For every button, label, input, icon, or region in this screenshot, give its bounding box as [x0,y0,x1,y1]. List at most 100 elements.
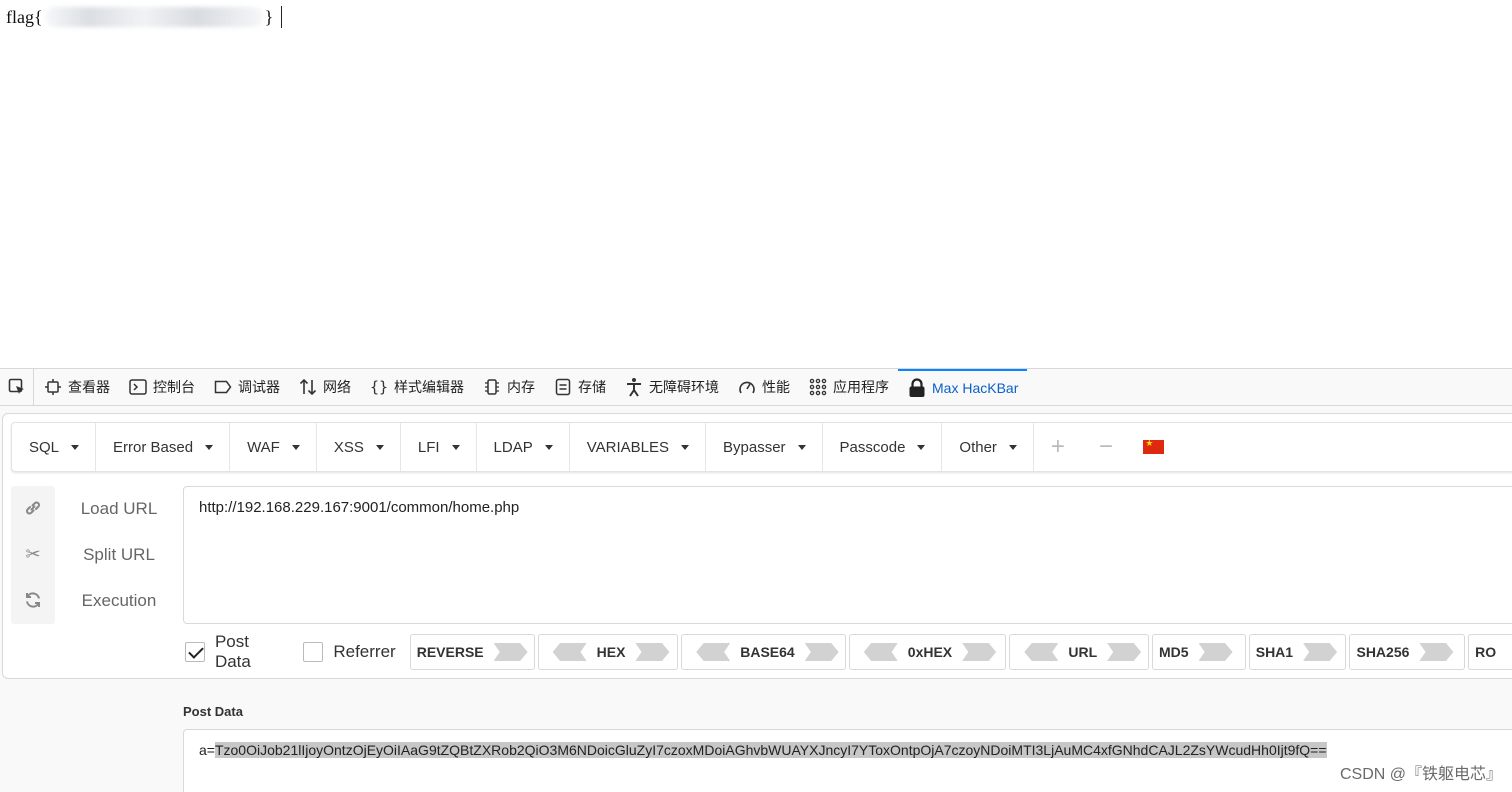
caret-down-icon [451,444,460,450]
chevron-right-icon [1419,643,1454,661]
tab-max-hackbar[interactable]: Max HacKBar [898,369,1028,405]
flag-output: flag{ } [6,6,283,28]
caret-down-icon [1008,444,1017,450]
refresh-icon[interactable] [11,580,55,620]
url-value: http://192.168.229.167:9001/common/home.… [199,499,520,516]
base64-button[interactable]: BASE64 [681,634,846,670]
referrer-checkbox[interactable] [303,642,324,662]
hackbar-panel: SQL Error Based WAF XSS LFI LDAP VARIABL… [2,413,1512,679]
caret-down-icon [797,444,806,450]
devtools-panel: 查看器 控制台 调试器 网络 {} 样式编辑器 内存 存储 无障碍环境 性能 应… [0,368,1512,792]
menu-variables[interactable]: VARIABLES [570,423,706,471]
sha1-button[interactable]: SHA1 [1248,634,1347,670]
menu-ldap[interactable]: LDAP [477,423,570,471]
chevron-right-icon [804,643,839,661]
post-data-textarea[interactable]: a=Tzo0OiJob21lIjoyOntzOjEyOiIAaG9tZQBtZX… [183,729,1512,792]
tab-storage[interactable]: 存储 [544,369,615,405]
scissors-icon[interactable]: ✂ [11,534,55,574]
tab-network[interactable]: 网络 [289,369,360,405]
0xhex-button[interactable]: 0xHEX [848,634,1007,670]
tab-label: 性能 [762,379,790,395]
link-icon[interactable] [11,488,55,528]
caret-down-icon [917,444,926,450]
language-button[interactable] [1130,423,1178,471]
chevron-right-icon [1198,643,1233,661]
flag-redacted-blur [44,7,263,27]
menu-label: XSS [333,438,364,456]
tab-console[interactable]: 控制台 [119,369,204,405]
tab-application[interactable]: 应用程序 [799,369,898,405]
encoder-label: 0xHEX [907,644,953,660]
tab-accessibility[interactable]: 无障碍环境 [615,369,728,405]
memory-icon [482,377,502,397]
tab-debugger[interactable]: 调试器 [204,369,289,405]
menu-waf[interactable]: WAF [230,423,317,471]
menu-other[interactable]: Other [942,423,1034,471]
execution-button[interactable]: Execution [63,591,175,611]
text-cursor [281,6,283,28]
menu-label: Error Based [113,438,194,456]
watermark: CSDN @『铁躯电芯』 [1339,766,1502,783]
menu-passcode[interactable]: Passcode [823,423,943,471]
split-url-button[interactable]: Split URL [63,545,175,565]
tab-performance[interactable]: 性能 [728,369,799,405]
rot13-button[interactable]: RO [1468,634,1512,670]
tab-label: 网络 [323,379,351,395]
encoder-label: SHA1 [1255,644,1294,660]
tab-label: 控制台 [153,379,195,395]
web-page: flag{ } [0,0,1512,368]
referrer-label[interactable]: Referrer [333,642,395,662]
element-picker-button[interactable] [0,369,34,405]
plus-icon[interactable]: + [1034,423,1082,471]
encoder-label: REVERSE [416,644,484,660]
hackbar-menubar: SQL Error Based WAF XSS LFI LDAP VARIABL… [11,422,1512,472]
minus-icon[interactable]: − [1082,423,1130,471]
options-row: Post Data Referrer REVERSE HEX BASE64 0x… [185,632,1512,672]
chevron-right-icon [635,643,670,661]
load-url-button[interactable]: Load URL [63,499,175,519]
debugger-icon [213,377,233,397]
caret-down-icon [205,444,214,450]
caret-down-icon [544,444,553,450]
post-data-label[interactable]: Post Data [215,632,289,672]
tab-memory[interactable]: 内存 [473,369,544,405]
encoder-label: HEX [596,644,626,660]
chevron-left-icon [863,643,898,661]
post-data-checkbox[interactable] [185,642,205,662]
tab-label: 存储 [578,379,606,395]
menu-lfi[interactable]: LFI [401,423,477,471]
caret-down-icon [375,444,384,450]
encoder-label: RO [1475,644,1497,660]
encoder-label: URL [1068,644,1098,660]
tab-inspector[interactable]: 查看器 [34,369,119,405]
encoder-label: BASE64 [740,644,795,660]
md5-button[interactable]: MD5 [1151,634,1246,670]
sha256-button[interactable]: SHA256 [1349,634,1466,670]
encoder-label: SHA256 [1356,644,1410,660]
reverse-button[interactable]: REVERSE [409,634,535,670]
performance-icon [737,377,757,397]
storage-icon [553,377,573,397]
tab-style-editor[interactable]: {} 样式编辑器 [360,369,473,405]
chevron-left-icon [696,643,731,661]
menu-xss[interactable]: XSS [317,423,401,471]
url-textarea[interactable]: http://192.168.229.167:9001/common/home.… [183,486,1512,624]
hackbar-lock-icon [907,378,927,398]
menu-label: Passcode [839,438,906,456]
menu-label: WAF [247,438,280,456]
url-encode-button[interactable]: URL [1009,634,1149,670]
post-prefix: a= [199,742,215,758]
network-icon [298,377,318,397]
menu-label: VARIABLES [586,438,669,456]
hex-button[interactable]: HEX [537,634,679,670]
menu-label: Other [959,438,997,456]
caret-down-icon [71,444,80,450]
tab-label: 无障碍环境 [649,379,719,395]
menu-error-based[interactable]: Error Based [96,423,231,471]
element-picker-icon [8,378,24,394]
caret-down-icon [681,444,689,450]
menu-sql[interactable]: SQL [12,423,97,471]
inspector-icon [43,377,63,397]
post-data-value: a=Tzo0OiJob21lIjoyOntzOjEyOiIAaG9tZQBtZX… [199,742,1327,758]
menu-bypasser[interactable]: Bypasser [706,423,823,471]
